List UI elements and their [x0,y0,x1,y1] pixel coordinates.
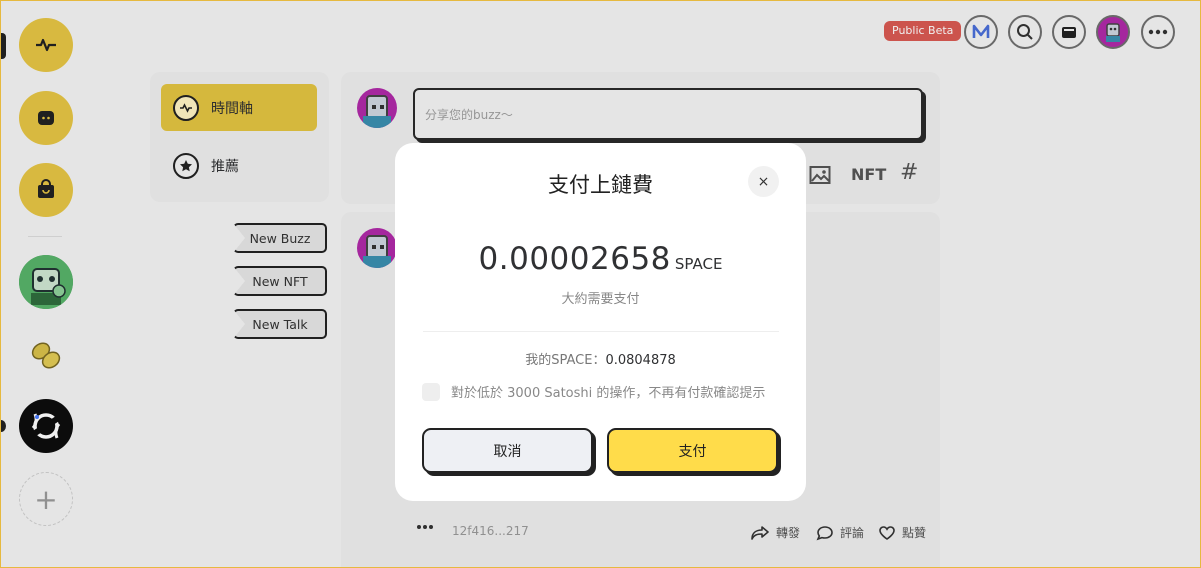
approx-label: 大約需要支付 [561,292,640,307]
cancel-button[interactable]: 取消 [422,428,593,473]
balance-value: 0.0804878 [605,353,676,368]
amount-value: 0.00002658 [478,241,671,277]
amount-unit: SPACE [674,255,723,273]
close-icon: × [757,173,770,190]
pay-button[interactable]: 支付 [607,428,778,473]
divider [423,331,779,332]
skip-confirm-label: 對於低於 3000 Satoshi 的操作，不再有付款確認提示 [451,386,766,401]
balance-row: 我的SPACE：0.0804878 [395,349,806,368]
skip-confirm-checkbox[interactable] [422,382,440,401]
payment-dialog: 支付上鏈費 × 0.00002658 SPACE 大約需要支付 我的SPACE：0… [395,143,806,501]
close-button[interactable]: × [748,166,779,197]
fee-amount: 0.00002658 SPACE [395,241,806,277]
balance-label: 我的SPACE： [525,353,606,368]
dialog-title: 支付上鏈費 [548,173,653,197]
skip-confirm-row[interactable]: 對於低於 3000 Satoshi 的操作，不再有付款確認提示 [422,382,765,401]
